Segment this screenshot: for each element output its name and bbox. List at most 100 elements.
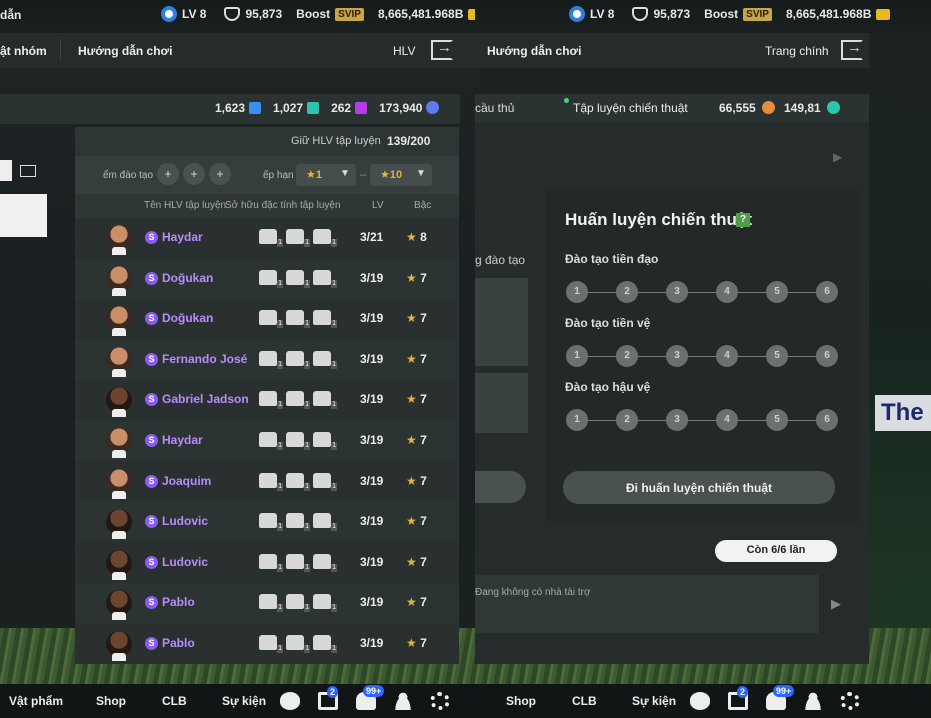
training-step[interactable]: 4 xyxy=(716,409,738,431)
selected-slot-fragment[interactable] xyxy=(0,194,47,237)
trait-icon xyxy=(259,310,284,329)
level-text: LV 8 xyxy=(590,7,615,21)
coach-rank: ★ 7 xyxy=(406,352,427,366)
go-train-button[interactable]: Đi huấn luyện chiến thuật xyxy=(563,471,835,504)
exit-icon[interactable] xyxy=(431,39,453,60)
bottom-nav-clb[interactable]: CLB xyxy=(162,694,187,708)
trait-icon xyxy=(313,472,338,491)
s-rarity-icon: S xyxy=(145,474,158,488)
s-rarity-icon: S xyxy=(145,231,158,244)
nav-item-guide[interactable]: Hướng dẫn chơi xyxy=(487,44,581,58)
tab-players[interactable]: cầu thủ xyxy=(475,101,514,115)
step-connector xyxy=(577,356,827,357)
trait-icon xyxy=(313,513,338,532)
training-step[interactable]: 5 xyxy=(766,345,788,367)
table-row[interactable]: S Joaquim 3/19 ★ 7 xyxy=(75,461,459,502)
bottom-nav-events[interactable]: Sự kiện xyxy=(222,694,266,708)
bottom-nav: Shop CLB Sự kiện 2 99+ xyxy=(475,684,931,718)
training-step[interactable]: 3 xyxy=(666,345,688,367)
coach-rank-value: 7 xyxy=(420,270,427,285)
rank-to-select[interactable]: ★10 ▼ xyxy=(370,164,432,186)
currency-c-value: 262 xyxy=(331,100,352,115)
gear-icon[interactable] xyxy=(840,692,860,710)
table-row[interactable]: S Pablo 3/19 ★ 7 xyxy=(75,624,459,664)
card-icon[interactable] xyxy=(20,165,36,177)
trait-icon xyxy=(313,432,338,450)
section-label: Đào tạo tiền đạo xyxy=(565,252,659,266)
page-title-fragment: dẫn xyxy=(0,8,22,22)
table-row[interactable]: S Doğukan 3/19 ★ 7 xyxy=(75,258,459,299)
training-step[interactable]: 2 xyxy=(616,409,638,431)
coach-name: Doğukan xyxy=(162,311,214,326)
table-row[interactable]: S Doğukan 3/19 ★ 7 xyxy=(75,299,459,340)
profile-icon[interactable] xyxy=(803,692,823,710)
profile-icon[interactable] xyxy=(393,692,413,710)
training-step[interactable]: 4 xyxy=(716,345,738,367)
coach-level: 3/19 xyxy=(360,595,384,610)
gear-icon[interactable] xyxy=(430,692,450,710)
training-step[interactable]: 4 xyxy=(716,281,738,303)
s-rarity-icon: S xyxy=(145,515,158,529)
training-step[interactable]: 1 xyxy=(566,409,588,431)
bottom-nav-shop[interactable]: Shop xyxy=(96,694,126,708)
chat-icon[interactable] xyxy=(690,692,710,710)
nav-item-group[interactable]: ật nhóm xyxy=(0,44,47,58)
rank-to-value: ★10 xyxy=(380,169,403,181)
coach-name: Ludovic xyxy=(162,514,209,529)
coach-rank: ★ 7 xyxy=(406,392,427,406)
coach-avatar xyxy=(106,590,132,621)
table-row[interactable]: S Ludovic 3/19 ★ 7 xyxy=(75,542,459,583)
coach-name: Pablo xyxy=(162,595,195,610)
side-button[interactable] xyxy=(475,471,526,503)
table-row[interactable]: S Haydar 3/19 ★ 7 xyxy=(75,421,459,461)
training-step[interactable]: 1 xyxy=(566,345,588,367)
tab-tactical[interactable]: Tập luyện chiến thuật xyxy=(573,101,688,115)
trait-icon xyxy=(286,472,311,491)
coach-avatar xyxy=(106,265,132,296)
step-connector xyxy=(577,420,827,421)
chat-icon[interactable] xyxy=(280,692,300,710)
rank-from-select[interactable]: ★1 ▼ xyxy=(296,164,356,186)
coach-avatar xyxy=(106,346,132,377)
nav-item-coach[interactable]: HLV xyxy=(393,44,415,58)
inbox-badge: 2 xyxy=(327,686,339,698)
top-status-bar: LV 8 95,873 Boost SVIP 8,665,481.968B xyxy=(475,0,931,33)
search-input-fragment[interactable] xyxy=(0,160,12,181)
bottom-nav-shop[interactable]: Shop xyxy=(506,694,536,708)
training-add-button-2[interactable]: + xyxy=(183,163,205,185)
training-step[interactable]: 6 xyxy=(816,345,838,367)
training-step[interactable]: 2 xyxy=(616,345,638,367)
nav-item-guide[interactable]: Hướng dẫn chơi xyxy=(78,44,172,58)
nav-item-home[interactable]: Trang chính xyxy=(765,44,829,58)
side-slot-1[interactable] xyxy=(475,278,528,366)
training-step[interactable]: 5 xyxy=(766,409,788,431)
chevron-down-icon: ▼ xyxy=(340,168,350,179)
table-row[interactable]: S Haydar 3/21 ★ 8 xyxy=(75,218,459,258)
table-row[interactable]: S Ludovic 3/19 ★ 7 xyxy=(75,502,459,543)
level-icon xyxy=(161,6,177,22)
bottom-nav-clb[interactable]: CLB xyxy=(572,694,597,708)
training-step[interactable]: 3 xyxy=(666,409,688,431)
table-row[interactable]: S Fernando José 3/19 ★ 7 xyxy=(75,339,459,380)
training-add-button-1[interactable]: + xyxy=(157,163,179,185)
training-add-button-3[interactable]: + xyxy=(209,163,231,185)
bottom-nav-items[interactable]: Vật phẩm xyxy=(9,694,63,708)
gold-icon xyxy=(876,8,891,20)
chevron-right-icon[interactable]: ▶ xyxy=(831,596,841,612)
training-step[interactable]: 3 xyxy=(666,281,688,303)
training-step[interactable]: 2 xyxy=(616,281,638,303)
training-step[interactable]: 1 xyxy=(566,281,588,303)
table-row[interactable]: S Pablo 3/19 ★ 7 xyxy=(75,583,459,624)
bottom-nav-events[interactable]: Sự kiện xyxy=(632,694,676,708)
training-step[interactable]: 6 xyxy=(816,409,838,431)
help-icon[interactable]: ? xyxy=(736,213,750,227)
capacity-bar: Giữ HLV tập luyện 139/200 xyxy=(75,127,459,156)
training-step[interactable]: 6 xyxy=(816,281,838,303)
svip-badge: SVIP xyxy=(743,7,772,21)
table-row[interactable]: S Gabriel Jadson 3/19 ★ 7 xyxy=(75,380,459,421)
side-slot-2[interactable] xyxy=(475,373,528,433)
banner-text: The xyxy=(881,399,924,426)
trait-icon xyxy=(259,350,284,369)
training-step[interactable]: 5 xyxy=(766,281,788,303)
exit-icon[interactable] xyxy=(841,39,863,60)
